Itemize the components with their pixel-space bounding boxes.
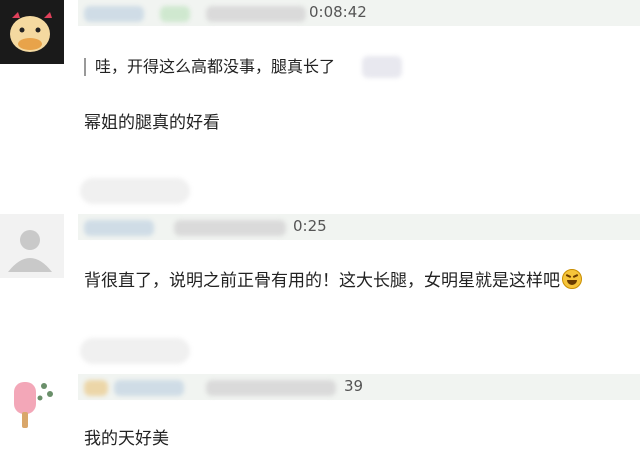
grinning-squint-emoji-icon <box>562 269 582 289</box>
blurred-username <box>84 220 154 236</box>
comment-time: 0:08:42 <box>309 3 367 21</box>
comment-item: 39 我的天好美 <box>0 372 640 450</box>
blurred-quote-author <box>362 56 402 78</box>
comment-text: 背很直了，说明之前正骨有用的！这大长腿，女明星就是这样吧 <box>84 266 582 291</box>
comment-text: 幂姐的腿真的好看 <box>84 113 220 133</box>
blurred-reply-link[interactable] <box>80 338 190 364</box>
comment-time: 39 <box>344 377 364 395</box>
comment-time: 0:25 <box>293 217 327 235</box>
comment-meta-bar: 39 <box>78 374 640 400</box>
comment-item: 0:08:42 哇，开得这么高都没事，腿真长了 幂姐的腿真的好看 <box>0 0 640 204</box>
blurred-reply-link[interactable] <box>80 178 190 204</box>
blurred-date <box>174 220 286 236</box>
comment-text-content: 背很直了，说明之前正骨有用的！这大长腿，女明星就是这样吧 <box>84 271 560 291</box>
blurred-username <box>84 380 108 396</box>
blurred-username <box>84 6 144 22</box>
blurred-date <box>206 380 336 396</box>
default-user-icon[interactable] <box>0 214 64 278</box>
popsicle-avatar-icon[interactable] <box>0 372 64 436</box>
blurred-badge <box>160 6 190 22</box>
reply-quote: 哇，开得这么高都没事，腿真长了 <box>84 58 335 76</box>
comment-meta-bar: 0:25 <box>78 214 640 240</box>
blurred-date <box>206 6 306 22</box>
duck-avatar-icon[interactable] <box>0 0 64 64</box>
comment-item: 0:25 背很直了，说明之前正骨有用的！这大长腿，女明星就是这样吧 <box>0 214 640 364</box>
comment-meta-bar: 0:08:42 <box>78 0 640 26</box>
comment-text: 我的天好美 <box>84 429 169 449</box>
blurred-nickname <box>114 380 184 396</box>
